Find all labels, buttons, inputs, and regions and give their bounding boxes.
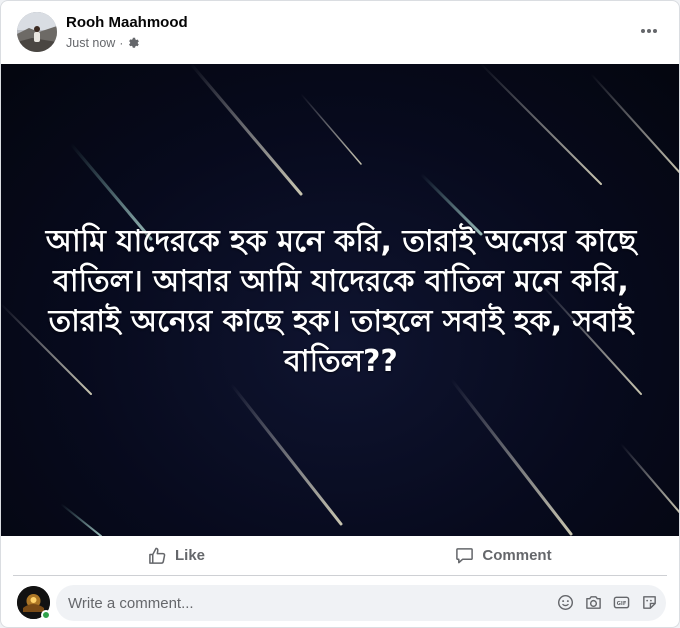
sticker-icon[interactable]: [640, 593, 658, 611]
camera-icon[interactable]: [584, 593, 602, 611]
comment-bubble-icon: [456, 548, 474, 564]
author-avatar[interactable]: [17, 12, 57, 52]
post-image[interactable]: আমি যাদেরকে হক মনে করি, তারাই অন্যের কাছ…: [1, 64, 679, 536]
post-timestamp[interactable]: Just now: [66, 36, 115, 50]
comment-label: Comment: [482, 547, 552, 564]
online-status-dot: [41, 610, 51, 620]
meta-separator: ·: [119, 36, 124, 50]
comment-tools: GIF: [556, 593, 658, 611]
like-button[interactable]: Like: [13, 536, 340, 575]
post-quote-text: আমি যাদেরকে হক মনে করি, তারাই অন্যের কাছ…: [45, 224, 637, 379]
post-header: Rooh Maahmood Just now ·: [1, 1, 679, 64]
gear-icon[interactable]: [127, 37, 140, 49]
comment-button[interactable]: Comment: [340, 536, 667, 575]
comment-placeholder: Write a comment...: [68, 594, 194, 612]
author-avatar-image: [17, 12, 57, 52]
comment-composer: Write a comment... GIF: [1, 579, 679, 627]
more-horizontal-icon[interactable]: [635, 17, 663, 45]
post-actions: Like Comment: [13, 536, 667, 576]
gif-icon[interactable]: GIF: [612, 593, 630, 611]
author-name[interactable]: Rooh Maahmood: [66, 14, 188, 31]
svg-text:GIF: GIF: [616, 600, 626, 606]
thumbs-up-icon: [149, 547, 166, 564]
post-card: Rooh Maahmood Just now · আমি যাদেরকে হক …: [0, 0, 680, 628]
post-meta: Just now ·: [66, 36, 140, 50]
emoji-icon[interactable]: [556, 593, 574, 611]
like-label: Like: [174, 547, 205, 564]
comment-input[interactable]: Write a comment... GIF: [56, 585, 666, 621]
